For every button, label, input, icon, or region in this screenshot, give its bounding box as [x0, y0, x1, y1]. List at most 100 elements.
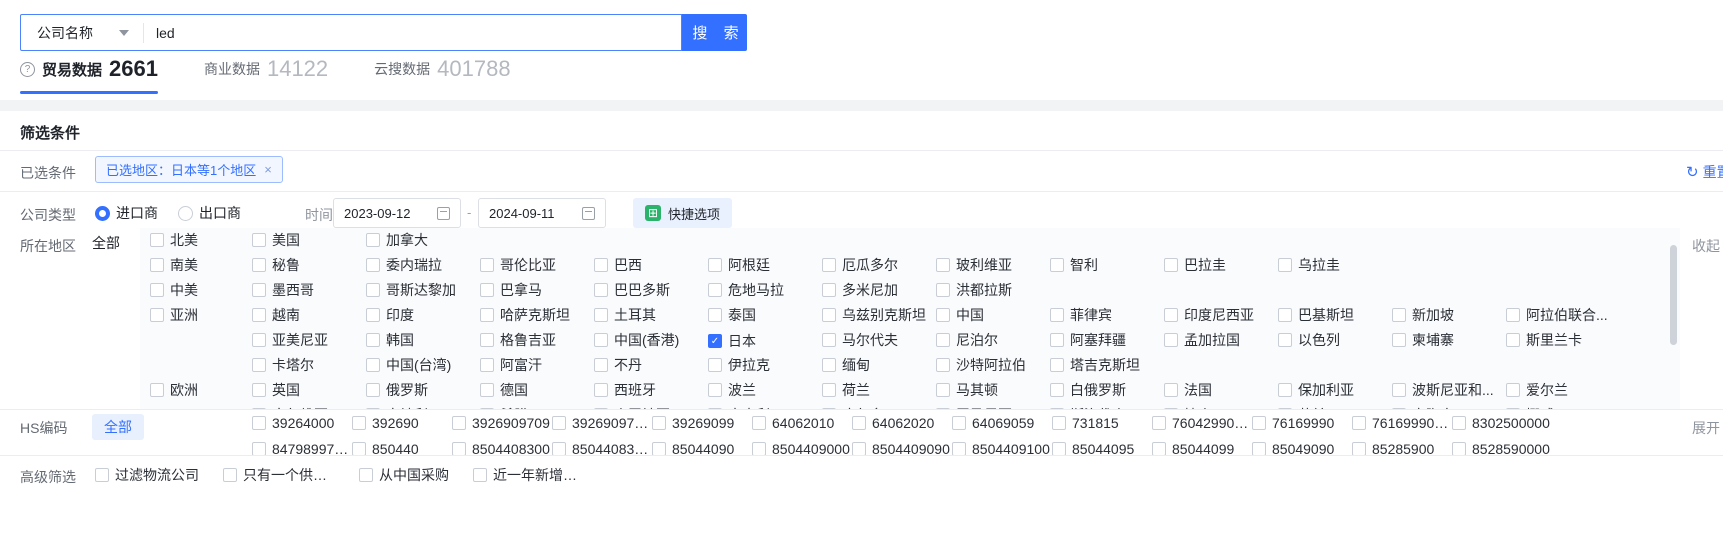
country-checkbox[interactable]: 阿拉伯联合... — [1506, 305, 1608, 325]
country-checkbox[interactable]: 格鲁吉亚 — [480, 330, 556, 350]
hs-code-checkbox[interactable]: 3926909709 — [452, 415, 550, 431]
tab-cloud-search-data[interactable]: 云搜数据 401788 — [374, 58, 510, 94]
hs-code-checkbox[interactable]: 760429900... — [1152, 415, 1252, 431]
hs-code-checkbox[interactable]: 64062020 — [852, 415, 934, 431]
hs-code-checkbox[interactable]: 76169990 — [1252, 415, 1334, 431]
country-checkbox[interactable]: 波斯尼亚和... — [1392, 380, 1494, 400]
country-checkbox[interactable]: 阿根廷 — [708, 255, 770, 275]
date-from-input[interactable]: 2023-09-12 — [333, 198, 461, 228]
hs-code-checkbox[interactable]: 761699909... — [1352, 415, 1452, 431]
country-checkbox[interactable]: 厄瓜多尔 — [822, 255, 898, 275]
question-circle-icon[interactable]: ? — [20, 62, 35, 77]
selected-region-tag[interactable]: 已选地区：日本等1个地区 × — [95, 156, 283, 183]
search-category-select[interactable]: 公司名称 — [21, 23, 143, 43]
country-checkbox[interactable]: 印度 — [366, 305, 414, 325]
country-checkbox[interactable]: 洪都拉斯 — [936, 280, 1012, 300]
country-checkbox[interactable]: 法国 — [1164, 380, 1212, 400]
scrollbar-thumb[interactable] — [1670, 245, 1677, 345]
country-checkbox[interactable]: 泰国 — [708, 305, 756, 325]
country-checkbox[interactable]: 巴基斯坦 — [1278, 305, 1354, 325]
hs-code-checkbox[interactable]: 64062010 — [752, 415, 834, 431]
country-checkbox[interactable]: 巴西 — [594, 255, 642, 275]
country-checkbox[interactable]: 美国 — [252, 230, 300, 250]
country-checkbox[interactable]: 哥斯达黎加 — [366, 280, 456, 300]
country-checkbox[interactable]: 伊拉克 — [708, 355, 770, 375]
country-checkbox[interactable]: 委内瑞拉 — [366, 255, 442, 275]
country-checkbox[interactable]: 荷兰 — [822, 380, 870, 400]
region-checkbox[interactable]: 中美 — [150, 280, 198, 300]
tab-business-data[interactable]: 商业数据 14122 — [204, 58, 328, 94]
radio-exporter[interactable]: 出口商 — [178, 203, 241, 223]
country-checkbox[interactable]: 孟加拉国 — [1164, 330, 1240, 350]
country-checkbox[interactable]: 英国 — [252, 380, 300, 400]
region-all-button[interactable]: 全部 — [92, 233, 120, 253]
collapse-link[interactable]: 收起 — [1692, 236, 1720, 256]
country-checkbox[interactable]: 中国(台湾) — [366, 355, 451, 375]
quick-options-button[interactable]: ⊞ 快捷选项 — [633, 198, 732, 228]
region-checkbox[interactable]: 南美 — [150, 255, 198, 275]
advanced-filter-checkbox[interactable]: 近一年新增进口商 — [473, 465, 585, 485]
country-checkbox[interactable]: 智利 — [1050, 255, 1098, 275]
country-checkbox[interactable]: 新加坡 — [1392, 305, 1454, 325]
country-checkbox[interactable]: 危地马拉 — [708, 280, 784, 300]
tab-trade-data[interactable]: ? 贸易数据 2661 — [20, 58, 158, 94]
country-checkbox[interactable]: 菲律宾 — [1050, 305, 1112, 325]
country-checkbox[interactable]: ✓日本 — [708, 331, 756, 351]
country-checkbox[interactable]: 马其顿 — [936, 380, 998, 400]
country-checkbox[interactable]: 阿富汗 — [480, 355, 542, 375]
expand-link[interactable]: 展开 — [1692, 418, 1720, 438]
country-checkbox[interactable]: 柬埔寨 — [1392, 330, 1454, 350]
hs-all-button[interactable]: 全部 — [92, 414, 144, 440]
hs-code-checkbox[interactable]: 39264000 — [252, 415, 334, 431]
hs-code-checkbox[interactable]: 392690979... — [552, 415, 652, 431]
advanced-filter-checkbox[interactable]: 只有一个供应商 — [223, 465, 335, 485]
country-checkbox[interactable]: 保加利亚 — [1278, 380, 1354, 400]
country-checkbox[interactable]: 韩国 — [366, 330, 414, 350]
country-checkbox[interactable]: 卡塔尔 — [252, 355, 314, 375]
hs-code-checkbox[interactable]: 731815 — [1052, 415, 1119, 431]
country-checkbox[interactable]: 哈萨克斯坦 — [480, 305, 570, 325]
country-checkbox[interactable]: 中国(香港) — [594, 330, 679, 350]
country-checkbox[interactable]: 秘鲁 — [252, 255, 300, 275]
country-checkbox[interactable]: 缅甸 — [822, 355, 870, 375]
country-checkbox[interactable]: 巴拿马 — [480, 280, 542, 300]
radio-importer[interactable]: 进口商 — [95, 203, 158, 223]
date-to-input[interactable]: 2024-09-11 — [478, 198, 606, 228]
hs-code-checkbox[interactable]: 392690 — [352, 415, 419, 431]
country-checkbox[interactable]: 阿塞拜疆 — [1050, 330, 1126, 350]
country-checkbox[interactable]: 马尔代夫 — [822, 330, 898, 350]
country-checkbox[interactable]: 尼泊尔 — [936, 330, 998, 350]
hs-code-checkbox[interactable]: 39269099 — [652, 415, 734, 431]
region-checkbox[interactable]: 北美 — [150, 230, 198, 250]
country-checkbox[interactable]: 越南 — [252, 305, 300, 325]
country-checkbox[interactable]: 波兰 — [708, 380, 756, 400]
region-checkbox[interactable]: 欧洲 — [150, 380, 198, 400]
country-checkbox[interactable]: 哥伦比亚 — [480, 255, 556, 275]
country-checkbox[interactable]: 塔吉克斯坦 — [1050, 355, 1140, 375]
advanced-filter-checkbox[interactable]: 从中国采购 — [359, 465, 449, 485]
search-button[interactable]: 搜 索 — [682, 14, 747, 51]
country-checkbox[interactable]: 斯里兰卡 — [1506, 330, 1582, 350]
country-checkbox[interactable]: 印度尼西亚 — [1164, 305, 1254, 325]
country-checkbox[interactable]: 多米尼加 — [822, 280, 898, 300]
country-checkbox[interactable]: 以色列 — [1278, 330, 1340, 350]
hs-code-checkbox[interactable]: 64069059 — [952, 415, 1034, 431]
search-input[interactable] — [144, 25, 681, 41]
country-checkbox[interactable]: 加拿大 — [366, 230, 428, 250]
country-checkbox[interactable]: 巴拉圭 — [1164, 255, 1226, 275]
country-checkbox[interactable]: 土耳其 — [594, 305, 656, 325]
country-checkbox[interactable]: 中国 — [936, 305, 984, 325]
region-scroll-area[interactable]: 北美 美国 加拿大南美 秘鲁 委内瑞拉 哥伦比亚 巴西 阿根廷 厄瓜多尔 玻利维亚 智利 巴拉圭 乌拉圭… — [140, 228, 1680, 409]
advanced-filter-checkbox[interactable]: 过滤物流公司 — [95, 465, 199, 485]
country-checkbox[interactable]: 巴巴多斯 — [594, 280, 670, 300]
country-checkbox[interactable]: 玻利维亚 — [936, 255, 1012, 275]
country-checkbox[interactable]: 墨西哥 — [252, 280, 314, 300]
country-checkbox[interactable]: 德国 — [480, 380, 528, 400]
reset-button[interactable]: ↻ 重置 — [1686, 162, 1723, 182]
country-checkbox[interactable]: 西班牙 — [594, 380, 656, 400]
country-checkbox[interactable]: 沙特阿拉伯 — [936, 355, 1026, 375]
country-checkbox[interactable]: 乌拉圭 — [1278, 255, 1340, 275]
country-checkbox[interactable]: 亚美尼亚 — [252, 330, 328, 350]
region-checkbox[interactable]: 亚洲 — [150, 305, 198, 325]
country-checkbox[interactable]: 乌兹别克斯坦 — [822, 305, 926, 325]
